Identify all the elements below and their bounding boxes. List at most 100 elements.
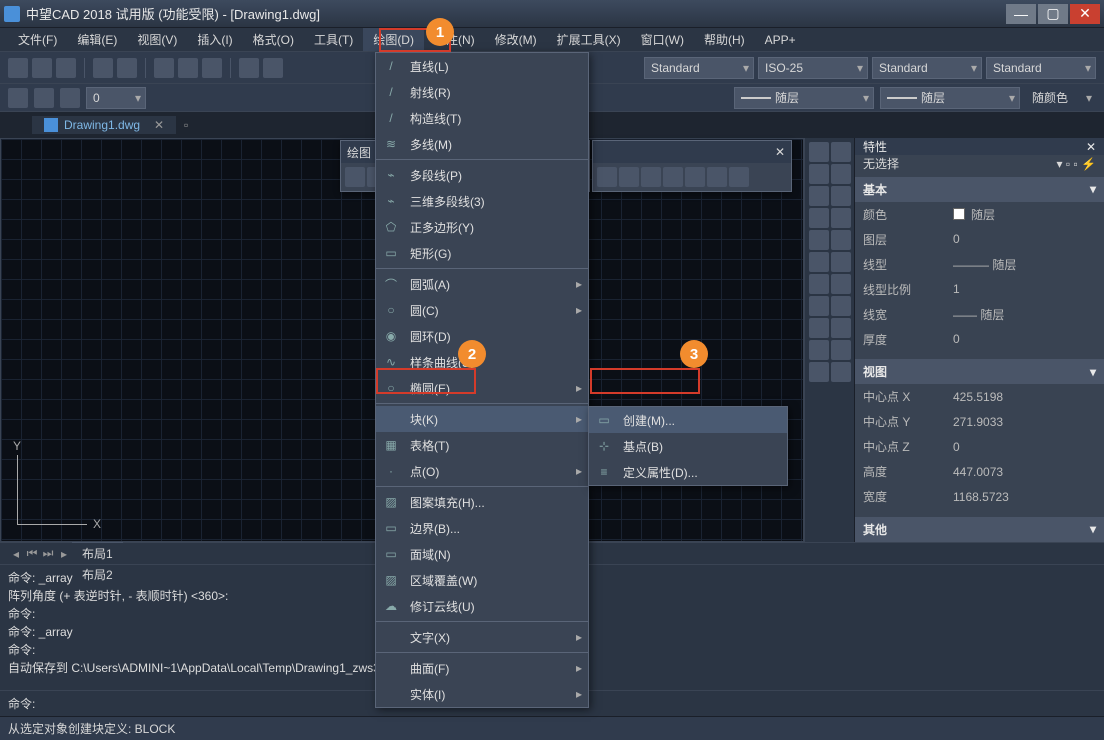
draw-menu-item[interactable]: ·点(O): [376, 458, 588, 484]
section-basic[interactable]: 基本▾: [855, 177, 1104, 202]
draw-menu-item[interactable]: ≋多线(M): [376, 131, 588, 157]
property-row[interactable]: 高度447.0073: [855, 459, 1104, 484]
submenu-item[interactable]: ≡定义属性(D)...: [589, 459, 787, 485]
draw-menu-item[interactable]: ▨区域覆盖(W): [376, 567, 588, 593]
maximize-button[interactable]: ▢: [1038, 4, 1068, 24]
draw-menu-item[interactable]: 曲面(F): [376, 655, 588, 681]
style-combo-2[interactable]: Standard: [872, 57, 982, 79]
property-value[interactable]: 447.0073: [953, 463, 1096, 480]
menu-item[interactable]: APP+: [755, 30, 806, 50]
color-combo[interactable]: 随颜色: [1026, 87, 1096, 109]
tab-first-icon[interactable]: ⏮: [24, 546, 40, 561]
pal-icon[interactable]: [831, 252, 851, 272]
pal-icon[interactable]: [809, 186, 829, 206]
layer-combo[interactable]: 随层: [734, 87, 874, 109]
property-row[interactable]: 颜色随层: [855, 202, 1104, 227]
pal-icon[interactable]: [809, 318, 829, 338]
pal-icon[interactable]: [831, 142, 851, 162]
menu-item[interactable]: 插入(I): [187, 28, 242, 51]
draw-menu-item[interactable]: ▦表格(T): [376, 432, 588, 458]
property-value[interactable]: 271.9033: [953, 413, 1096, 430]
layout-tab[interactable]: 布局1: [72, 543, 123, 564]
block-submenu[interactable]: ▭创建(M)...⊹基点(B)≡定义属性(D)...: [588, 406, 788, 486]
section-view[interactable]: 视图▾: [855, 359, 1104, 384]
property-value[interactable]: 1: [953, 281, 1096, 298]
selection-combo[interactable]: 无选择 ▾ ▫ ▫ ⚡: [855, 155, 1104, 172]
pal-icon[interactable]: [809, 340, 829, 360]
menu-item[interactable]: 视图(V): [127, 28, 187, 51]
modify-palette[interactable]: ✕: [592, 140, 792, 192]
menu-item[interactable]: 文件(F): [8, 28, 67, 51]
pal-icon[interactable]: [831, 340, 851, 360]
property-value[interactable]: 随层: [953, 206, 1096, 223]
pal-icon[interactable]: [831, 274, 851, 294]
tab-next-icon[interactable]: ▸: [56, 547, 72, 561]
pal-icon[interactable]: [831, 208, 851, 228]
menu-item[interactable]: 窗口(W): [631, 28, 694, 51]
section-other[interactable]: 其他▾: [855, 517, 1104, 542]
property-value[interactable]: 1168.5723: [953, 488, 1096, 505]
pal-icon[interactable]: [831, 296, 851, 316]
copy-icon[interactable]: [178, 58, 198, 78]
draw-menu-item[interactable]: ○椭圆(E): [376, 375, 588, 401]
tab-add-icon[interactable]: ▫: [176, 118, 196, 132]
palette-tool-icon[interactable]: [345, 167, 365, 187]
draw-menu-item[interactable]: 块(K)▭创建(M)...⊹基点(B)≡定义属性(D)...: [376, 406, 588, 432]
layer-icon[interactable]: [8, 88, 28, 108]
layer-combo-2[interactable]: 随层: [880, 87, 1020, 109]
draw-menu-item[interactable]: ☁修订云线(U): [376, 593, 588, 619]
minimize-button[interactable]: —: [1006, 4, 1036, 24]
draw-menu[interactable]: /直线(L)/射线(R)/构造线(T)≋多线(M)⌁多段线(P)⌁三维多段线(3…: [375, 52, 589, 708]
style-combo-3[interactable]: Standard: [986, 57, 1096, 79]
redo-icon[interactable]: [263, 58, 283, 78]
palette-close-icon[interactable]: ✕: [775, 145, 785, 159]
draw-menu-item[interactable]: ▭矩形(G): [376, 240, 588, 266]
cut-icon[interactable]: [154, 58, 174, 78]
tab-last-icon[interactable]: ⏭: [40, 546, 56, 561]
pal-icon[interactable]: [809, 164, 829, 184]
palette-tool-icon[interactable]: [619, 167, 639, 187]
property-row[interactable]: 中心点 Y271.9033: [855, 409, 1104, 434]
pal-icon[interactable]: [809, 230, 829, 250]
undo-icon[interactable]: [239, 58, 259, 78]
draw-menu-item[interactable]: ⌒圆弧(A): [376, 271, 588, 297]
menu-item[interactable]: 格式(O): [243, 28, 304, 51]
menu-item[interactable]: 工具(T): [304, 28, 363, 51]
tab-prev-icon[interactable]: ◂: [8, 547, 24, 561]
pal-icon[interactable]: [809, 296, 829, 316]
menu-item[interactable]: 帮助(H): [694, 28, 755, 51]
property-value[interactable]: 0: [953, 331, 1096, 348]
iso-combo[interactable]: ISO-25: [758, 57, 868, 79]
draw-menu-item[interactable]: 文字(X): [376, 624, 588, 650]
pal-icon[interactable]: [831, 362, 851, 382]
draw-menu-item[interactable]: ▨图案填充(H)...: [376, 489, 588, 515]
property-value[interactable]: —— 随层: [953, 306, 1096, 323]
palette-tool-icon[interactable]: [641, 167, 661, 187]
draw-menu-item[interactable]: ⬠正多边形(Y): [376, 214, 588, 240]
pal-icon[interactable]: [809, 208, 829, 228]
pal-icon[interactable]: [831, 164, 851, 184]
property-row[interactable]: 厚度0: [855, 327, 1104, 352]
property-row[interactable]: 线型比例1: [855, 277, 1104, 302]
panel-close-icon[interactable]: ✕: [1086, 140, 1096, 154]
property-row[interactable]: 线型——— 随层: [855, 252, 1104, 277]
pal-icon[interactable]: [831, 318, 851, 338]
pal-icon[interactable]: [809, 274, 829, 294]
draw-menu-item[interactable]: ⌁三维多段线(3): [376, 188, 588, 214]
tab-close-icon[interactable]: ✕: [154, 118, 164, 132]
property-value[interactable]: 425.5198: [953, 388, 1096, 405]
style-combo-1[interactable]: Standard: [644, 57, 754, 79]
draw-menu-item[interactable]: 实体(I): [376, 681, 588, 707]
palette-tool-icon[interactable]: [685, 167, 705, 187]
new-icon[interactable]: [8, 58, 28, 78]
property-value[interactable]: ——— 随层: [953, 256, 1096, 273]
palette-tool-icon[interactable]: [597, 167, 617, 187]
draw-menu-item[interactable]: ▭边界(B)...: [376, 515, 588, 541]
pal-icon[interactable]: [809, 142, 829, 162]
draw-menu-item[interactable]: ⌁多段线(P): [376, 162, 588, 188]
linewidth-combo[interactable]: 0: [86, 87, 146, 109]
layer-icon-2[interactable]: [34, 88, 54, 108]
property-row[interactable]: 中心点 Z0: [855, 434, 1104, 459]
property-value[interactable]: 0: [953, 231, 1096, 248]
open-icon[interactable]: [32, 58, 52, 78]
